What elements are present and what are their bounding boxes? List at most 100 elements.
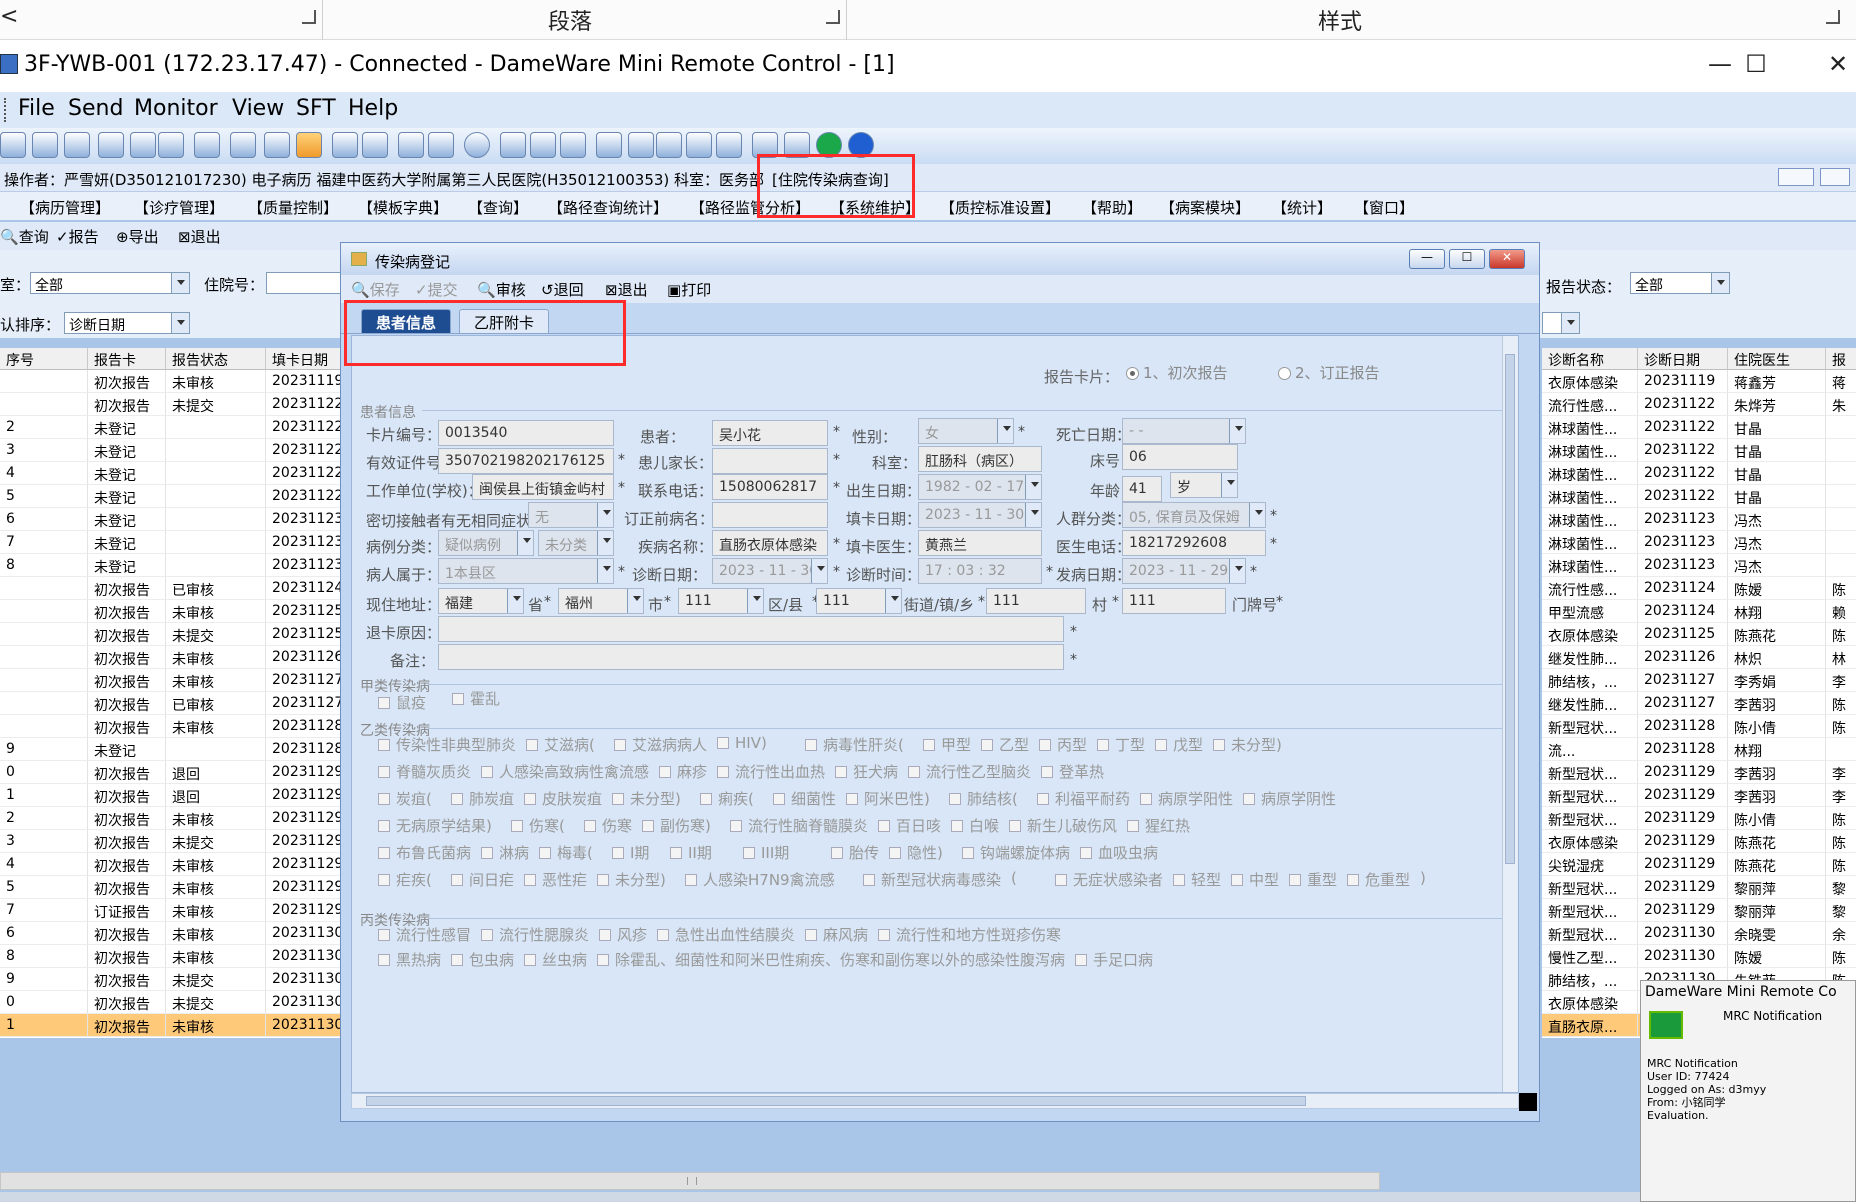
door-field[interactable]: 111	[1122, 588, 1226, 614]
menu-file[interactable]: File	[18, 96, 55, 121]
toolbar-disconnect-icon[interactable]	[64, 132, 90, 158]
panel-vertical-scrollbar[interactable]	[1502, 336, 1518, 1092]
county-select[interactable]: 111	[678, 588, 764, 614]
checkbox-disease[interactable]: 间日疟	[451, 869, 514, 890]
sort-select[interactable]: 诊断日期	[64, 312, 190, 334]
checkbox-disease[interactable]: III期	[743, 842, 789, 863]
checkbox-disease[interactable]: 人感染高致病性禽流感	[481, 761, 649, 782]
province-select[interactable]: 福建	[438, 588, 524, 614]
menu-template-dict[interactable]: 【模板字典】	[358, 197, 448, 218]
checkbox-disease[interactable]: 重型	[1289, 869, 1337, 890]
close-button[interactable]: ✕	[1818, 50, 1856, 78]
menu-statistics[interactable]: 【统计】	[1272, 197, 1332, 218]
toolbar-copy-icon[interactable]	[628, 132, 654, 158]
checkbox-disease[interactable]: 未分型)	[597, 869, 666, 890]
column-header[interactable]: 诊断名称	[1542, 348, 1638, 370]
checkbox-disease[interactable]: 肺炭疽	[451, 788, 514, 809]
secondary-select[interactable]	[1542, 312, 1580, 334]
column-header[interactable]: 序号	[0, 348, 88, 370]
maximize-button[interactable]: ☐	[1736, 50, 1776, 78]
checkbox-disease[interactable]: HIV)	[717, 734, 767, 752]
menu-help[interactable]: 【帮助】	[1082, 197, 1142, 218]
column-header[interactable]: 报	[1826, 348, 1856, 370]
ribbon-expand-icon[interactable]	[302, 10, 316, 24]
diag-time-field[interactable]: 17 : 03 : 32	[918, 558, 1042, 584]
menu-quality-control[interactable]: 【质量控制】	[248, 197, 338, 218]
checkbox-disease[interactable]: 钩端螺旋体病	[962, 842, 1070, 863]
remark-field[interactable]	[438, 644, 1064, 670]
checkbox-disease[interactable]: 肺结核(	[949, 788, 1018, 809]
hscroll-thumb[interactable]	[366, 1096, 1306, 1106]
case-class-select[interactable]: 疑似病例	[438, 530, 534, 556]
checkbox-disease[interactable]: 伤寒	[584, 815, 632, 836]
checkbox-disease[interactable]: 流行性和地方性斑疹伤寒	[878, 924, 1061, 945]
save-button[interactable]: 🔍保存	[351, 279, 400, 300]
ribbon-expand-icon[interactable]	[1826, 10, 1840, 24]
fill-date-field[interactable]: 2023 - 11 - 30	[918, 502, 1042, 528]
guardian-field[interactable]	[712, 448, 828, 474]
toolbar-delete-icon[interactable]	[656, 132, 682, 158]
death-date-field[interactable]: - -	[1122, 418, 1246, 444]
checkbox-disease[interactable]: 包虫病	[451, 949, 514, 970]
id-field[interactable]: 350702198202176125	[438, 448, 614, 474]
checkbox-disease[interactable]: 利福平耐药	[1037, 788, 1130, 809]
query-button[interactable]: 🔍查询	[0, 226, 49, 247]
card-no-field[interactable]: 0013540	[438, 420, 614, 446]
menu-send[interactable]: Send	[68, 96, 123, 121]
hscroll-grip[interactable]	[687, 1177, 697, 1185]
checkbox-disease[interactable]: 手足口病	[1075, 949, 1153, 970]
ribbon-expand-icon[interactable]	[826, 10, 840, 24]
checkbox-disease[interactable]: 未分型)	[612, 788, 681, 809]
toolbar-lock-icon[interactable]	[230, 132, 256, 158]
checkbox-disease[interactable]: 新型冠状病毒感染	[863, 869, 1001, 890]
checkbox-disease[interactable]: 除霍乱、细菌性和阿米巴性痢疾、伤寒和副伤寒以外的感染性腹泻病	[597, 949, 1065, 970]
checkbox-disease[interactable]: 戊型	[1155, 734, 1203, 755]
app-restore-button[interactable]	[1820, 168, 1850, 186]
hospital-no-input[interactable]	[266, 272, 346, 294]
checkbox-disease[interactable]: 急性出血性结膜炎	[657, 924, 795, 945]
checkbox-disease[interactable]: 丝虫病	[524, 949, 587, 970]
checkbox-disease[interactable]: 恶性疟	[524, 869, 587, 890]
toolbar-upload-icon[interactable]	[332, 132, 358, 158]
case-subclass-select[interactable]: 未分类	[538, 530, 614, 556]
menu-treatment-management[interactable]: 【诊疗管理】	[134, 197, 224, 218]
checkbox-disease[interactable]: 黑热病	[378, 949, 441, 970]
toolbar-view-icon[interactable]	[264, 132, 290, 158]
report-button[interactable]: ✓报告	[56, 226, 99, 247]
checkbox-disease[interactable]: II期	[670, 842, 712, 863]
checkbox-disease[interactable]: 炭疽(	[378, 788, 432, 809]
checkbox-disease[interactable]: 细菌性	[773, 788, 836, 809]
column-header[interactable]: 报告状态	[166, 348, 266, 370]
checkbox-disease[interactable]: 病毒性肝炎(	[805, 734, 904, 755]
street-select[interactable]: 111	[816, 588, 902, 614]
panel-horizontal-scrollbar[interactable]	[351, 1093, 1519, 1109]
checkbox-disease[interactable]: 皮肤炭疽	[524, 788, 602, 809]
checkbox-disease[interactable]: 胎传	[831, 842, 879, 863]
toolbar-network-icon[interactable]	[194, 132, 220, 158]
toolbar-grid-icon[interactable]	[398, 132, 424, 158]
dialog-close-button[interactable]: ✕	[1489, 249, 1525, 269]
work-unit-field[interactable]: 闽侯县上街镇金屿村	[472, 474, 614, 500]
toolbar-print-icon[interactable]	[530, 132, 556, 158]
checkbox-disease[interactable]: 流行性乙型脑炎	[908, 761, 1031, 782]
checkbox-disease[interactable]: 未分型)	[1213, 734, 1282, 755]
checkbox-plague[interactable]: 鼠疫	[378, 692, 426, 713]
checkbox-disease[interactable]: 人感染H7N9禽流感	[685, 869, 835, 890]
checkbox-disease[interactable]: 病原学阴性	[1243, 788, 1336, 809]
minimize-button[interactable]: —	[1700, 50, 1740, 78]
checkbox-disease[interactable]: 新生儿破伤风	[1009, 815, 1117, 836]
checkbox-disease[interactable]: 白喉	[951, 815, 999, 836]
toolbar-active-icon[interactable]	[296, 132, 322, 158]
toolbar-tools-icon[interactable]	[428, 132, 454, 158]
doctor-phone-field[interactable]: 18217292608	[1122, 530, 1266, 556]
menu-path-query-stats[interactable]: 【路径查询统计】	[548, 197, 668, 218]
dept-field[interactable]: 肛肠科（病区）	[918, 446, 1042, 472]
bed-field[interactable]: 06	[1122, 444, 1238, 470]
checkbox-disease[interactable]: 伤寒(	[511, 815, 565, 836]
birth-date-field[interactable]: 1982 - 02 - 17	[918, 474, 1042, 500]
checkbox-disease[interactable]: 艾滋病病人	[614, 734, 707, 755]
checkbox-disease[interactable]: 流行性感冒	[378, 924, 471, 945]
menu-sft[interactable]: SFT	[296, 96, 336, 121]
checkbox-disease[interactable]: 危重型	[1347, 869, 1410, 890]
patient-field[interactable]: 吴小花	[712, 420, 828, 446]
